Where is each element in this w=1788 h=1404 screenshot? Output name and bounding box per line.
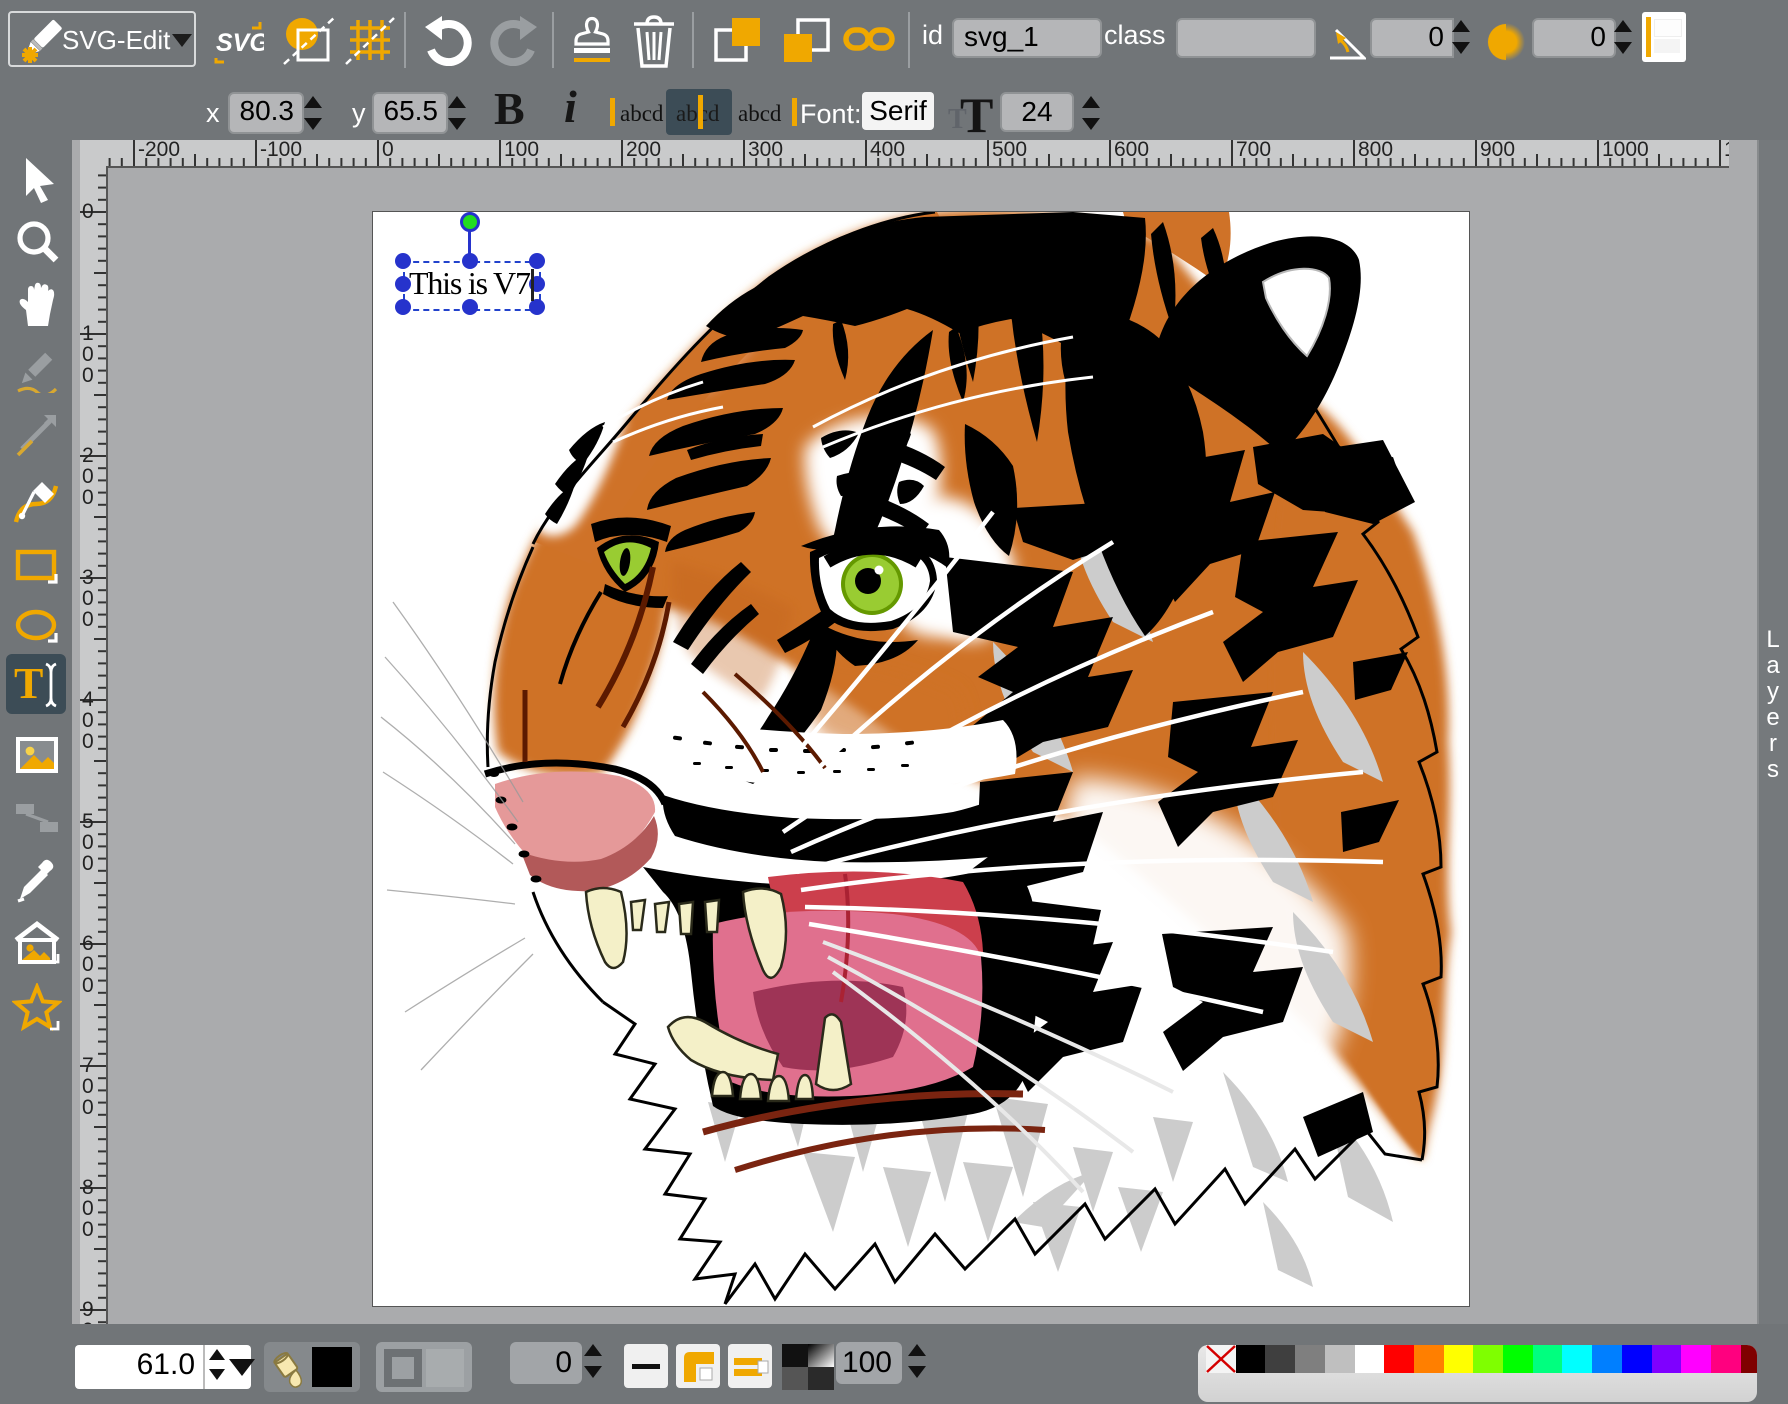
svg-text:0: 0	[82, 953, 94, 976]
svg-text:0: 0	[82, 730, 94, 753]
svg-text:7: 7	[82, 1054, 94, 1077]
svg-text:1: 1	[82, 322, 94, 345]
svg-text:600: 600	[1114, 140, 1149, 161]
svg-text:300: 300	[748, 140, 783, 161]
svg-text:0: 0	[82, 587, 94, 610]
svg-text:400: 400	[870, 140, 905, 161]
svg-text:0: 0	[82, 465, 94, 488]
svg-text:9: 9	[82, 1298, 94, 1321]
svg-text:SVG: SVG	[216, 29, 264, 57]
svg-text:0: 0	[82, 200, 94, 223]
svg-text:0: 0	[82, 343, 94, 366]
svg-text:0: 0	[82, 852, 94, 875]
svg-text:0: 0	[82, 1218, 94, 1241]
svg-text:6: 6	[82, 932, 94, 955]
svg-text:-200: -200	[138, 140, 180, 161]
svg-text:3: 3	[82, 566, 94, 589]
svg-text:8: 8	[82, 1176, 94, 1199]
svg-text:2: 2	[82, 444, 94, 467]
svg-text:0: 0	[82, 1096, 94, 1119]
svg-text:0: 0	[82, 1075, 94, 1098]
svg-text:500: 500	[992, 140, 1027, 161]
svg-text:-100: -100	[260, 140, 302, 161]
svg-text:1000: 1000	[1602, 140, 1649, 161]
svg-text:0: 0	[82, 364, 94, 387]
svg-text:900: 900	[1480, 140, 1515, 161]
svg-text:0: 0	[382, 140, 394, 161]
svg-text:0: 0	[82, 974, 94, 997]
svg-text:0: 0	[82, 831, 94, 854]
svg-text:0: 0	[82, 486, 94, 509]
svg-text:100: 100	[504, 140, 539, 161]
svg-text:200: 200	[626, 140, 661, 161]
svg-text:5: 5	[82, 810, 94, 833]
svg-text:1100: 1100	[1724, 140, 1729, 161]
svg-text:700: 700	[1236, 140, 1271, 161]
svg-text:800: 800	[1358, 140, 1393, 161]
svg-text:0: 0	[82, 709, 94, 732]
svg-text:0: 0	[82, 608, 94, 631]
svg-text:0: 0	[82, 1197, 94, 1220]
svg-text:4: 4	[82, 688, 94, 711]
